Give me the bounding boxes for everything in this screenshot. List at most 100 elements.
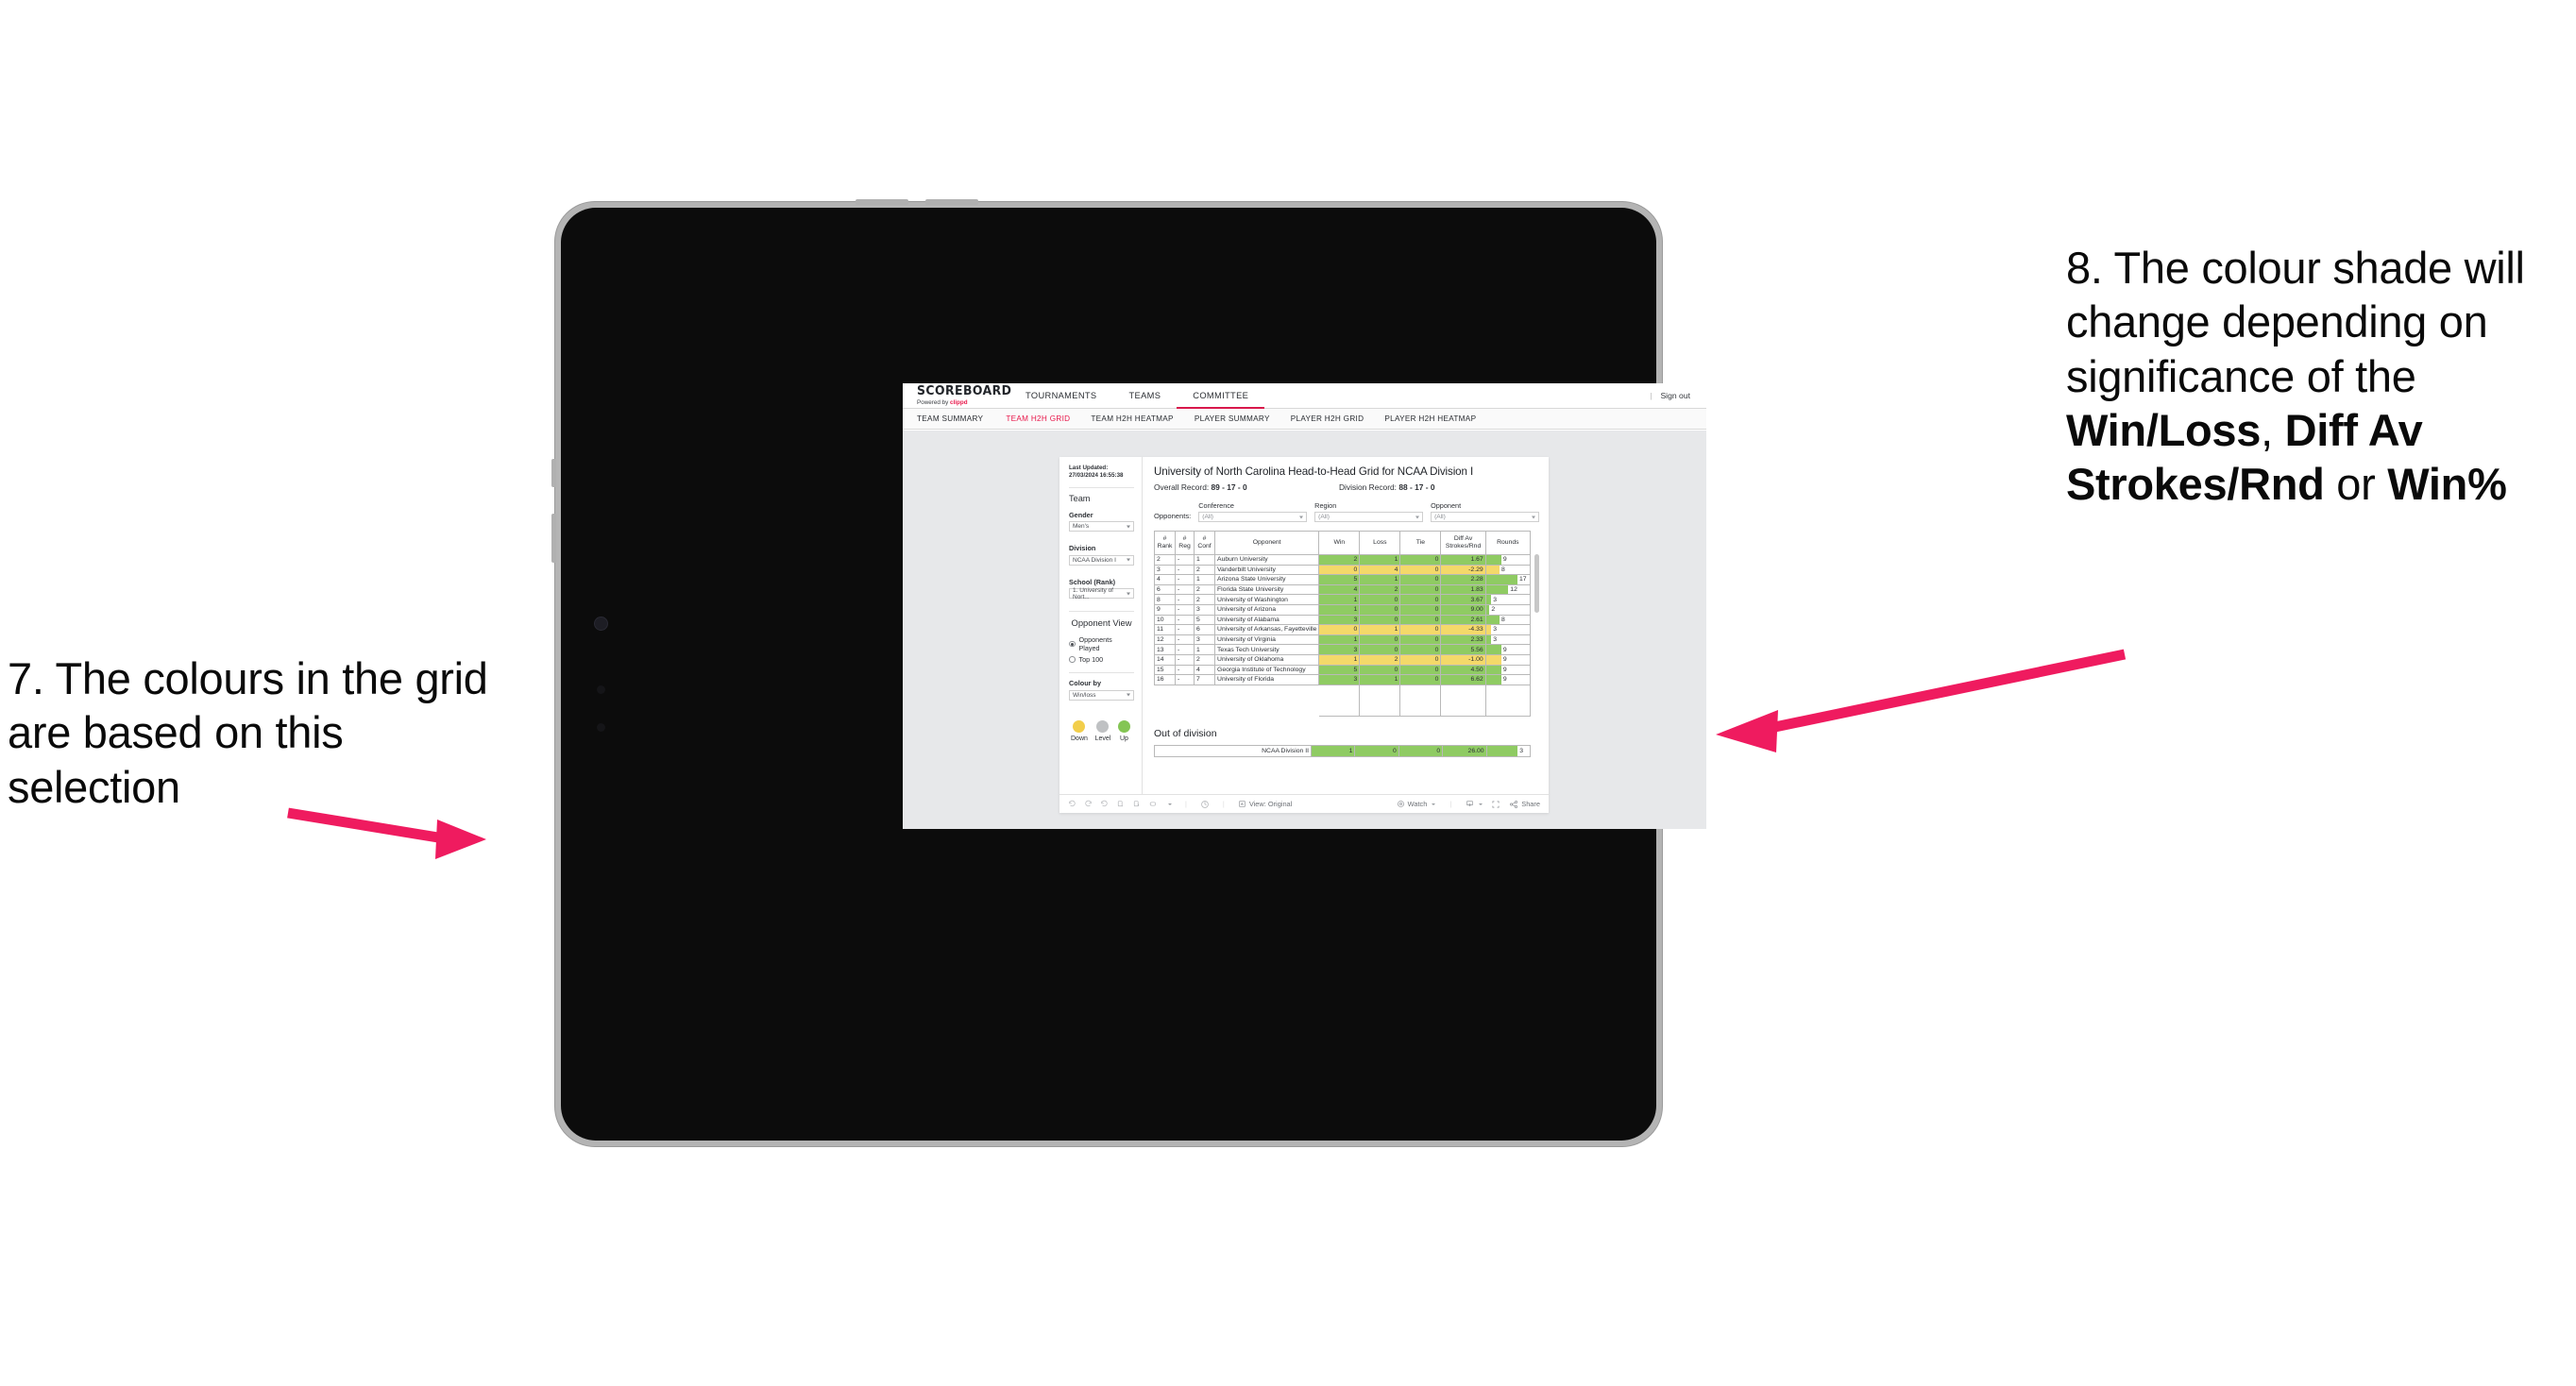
- overall-record-value: 89 - 17 - 0: [1211, 482, 1247, 492]
- logo-wordmark: SCOREBOARD: [917, 383, 1012, 399]
- h2h-grid-table: # Rank # Reg # Conf Opponent Win Loss Tie D…: [1153, 531, 1532, 717]
- share-button[interactable]: Share: [1509, 800, 1540, 809]
- nav-item-tournaments[interactable]: TOURNAMENTS: [1009, 383, 1112, 408]
- sign-out-link[interactable]: Sign out: [1660, 391, 1690, 400]
- filter-region-select[interactable]: (All): [1314, 512, 1424, 522]
- workspace-canvas: Last Updated: 27/03/2024 16:55:38 Team G…: [903, 431, 1706, 829]
- division-select[interactable]: NCAA Division I: [1069, 554, 1134, 566]
- cell-diff-av-strokes: 2.33: [1440, 634, 1486, 646]
- annotation-8-text-run: or: [2324, 459, 2388, 510]
- cell-diff-av-strokes: -2.29: [1440, 564, 1486, 576]
- table-row[interactable]: 4-1 Arizona State University 5 1 0 2.28 17: [1153, 574, 1532, 585]
- watch-button[interactable]: Watch: [1397, 800, 1436, 808]
- fullscreen-icon[interactable]: [1491, 800, 1500, 809]
- cell-reg: -: [1175, 554, 1195, 566]
- cell-diff-av-strokes: 5.56: [1440, 644, 1486, 655]
- filter-region-value: (All): [1318, 514, 1330, 520]
- cell-reg: -: [1175, 564, 1195, 576]
- table-row[interactable]: 16-7 University of Florida 3 1 0 6.62 9: [1153, 674, 1532, 685]
- colour-legend: Down Level Up: [1069, 719, 1134, 742]
- table-row[interactable]: 12-3 University of Virginia 1 0 0 2.33 3: [1153, 634, 1532, 646]
- filter-opponent: Opponent (All): [1431, 501, 1539, 522]
- table-row[interactable]: 14-2 University of Oklahoma 1 2 0 -1.00 9: [1153, 653, 1532, 666]
- scoreboard-logo[interactable]: SCOREBOARD Powered by clippd: [903, 383, 1012, 408]
- cell-diff-av-strokes: 2.61: [1440, 614, 1486, 626]
- cell-diff-av-strokes: 2.28: [1440, 574, 1486, 585]
- subnav-item-player-h2h-grid[interactable]: PLAYER H2H GRID: [1280, 414, 1375, 423]
- ood-rounds-value: 3: [1519, 747, 1524, 754]
- radio-icon-selected: [1069, 640, 1076, 648]
- gender-select[interactable]: Men's: [1069, 521, 1134, 532]
- col-header-line-1: #: [1162, 535, 1167, 543]
- table-row[interactable]: 15-4 Georgia Institute of Technology 5 0 0 4.…: [1153, 664, 1532, 676]
- opponents-label: Opponents:: [1154, 512, 1192, 520]
- undo-icon[interactable]: [1068, 800, 1076, 808]
- rounds-value: 12: [1510, 586, 1517, 594]
- side-button-large[interactable]: [551, 514, 556, 563]
- pause-icon[interactable]: [1132, 800, 1141, 808]
- cell-reg: -: [1175, 674, 1195, 685]
- download-button[interactable]: [1466, 800, 1483, 808]
- cell-loss: 0: [1359, 644, 1401, 655]
- cell-win: 0: [1318, 564, 1361, 576]
- table-row[interactable]: 8-2 University of Washington 1 0 0 3.67 3: [1153, 594, 1532, 605]
- grid-vertical-scrollbar[interactable]: [1534, 554, 1539, 613]
- highlight-icon[interactable]: [1148, 800, 1159, 808]
- col-header-line-2: Strokes/Rnd: [1445, 543, 1482, 549]
- table-row[interactable]: 10-5 University of Alabama 3 0 0 2.61 8: [1153, 614, 1532, 626]
- rounds-bar: [1486, 616, 1500, 624]
- cell-rank: 14: [1153, 653, 1177, 666]
- opponent-view-heading: Opponent View: [1071, 617, 1132, 629]
- tablet-bezel: SCOREBOARD Powered by clippd TOURNAMENTS…: [561, 208, 1706, 1141]
- out-of-division-row: NCAA Division II 1 0 0 26.00 3: [1154, 744, 1532, 757]
- cell-diff-av-strokes: 6.62: [1440, 674, 1486, 685]
- cell-opponent: University of Arkansas, Fayetteville: [1214, 624, 1320, 635]
- annotation-8-arrow: [1716, 649, 2127, 752]
- radio-opponents-played[interactable]: Opponents Played: [1069, 635, 1134, 652]
- filter-opponent-select[interactable]: (All): [1431, 512, 1539, 522]
- ood-tie: 0: [1398, 744, 1444, 757]
- cell-tie: 0: [1399, 603, 1442, 616]
- cell-conf: 2: [1193, 583, 1216, 596]
- table-row[interactable]: 9-3 University of Arizona 1 0 0 9.00 2: [1153, 603, 1532, 616]
- rounds-value: 3: [1493, 626, 1497, 634]
- chevron-down-icon[interactable]: [1168, 803, 1172, 805]
- table-row[interactable]: 6-2 Florida State University 4 2 0 1.83 12: [1153, 583, 1532, 596]
- school-select[interactable]: 1. University of Nort...: [1069, 587, 1134, 600]
- table-empty-row: [1155, 685, 1532, 717]
- help-icon[interactable]: [1200, 800, 1210, 809]
- out-of-division-title: Out of division: [1154, 727, 1217, 739]
- annotation-8-bold-term: Win%: [2387, 459, 2507, 510]
- redo-icon[interactable]: [1084, 800, 1093, 808]
- subnav-item-team-summary[interactable]: TEAM SUMMARY: [917, 414, 995, 423]
- filter-region: Region (All): [1314, 501, 1424, 522]
- radio-label-opponents-played: Opponents Played: [1078, 635, 1112, 653]
- colour-by-select[interactable]: Win/loss: [1069, 689, 1134, 701]
- view-original-label: View: Original: [1248, 800, 1293, 808]
- volume-up-button[interactable]: [856, 199, 908, 205]
- legend-label-level: Level: [1094, 735, 1111, 742]
- filter-conference-select[interactable]: (All): [1198, 512, 1308, 522]
- radio-top-100[interactable]: Top 100: [1069, 655, 1134, 664]
- table-row[interactable]: 3-2 Vanderbilt University 0 4 0 -2.29 8: [1153, 564, 1532, 576]
- tablet-device-frame: SCOREBOARD Powered by clippd TOURNAMENTS…: [551, 199, 1706, 1146]
- table-row[interactable]: 2-1 Auburn University 2 1 0 1.67 9: [1153, 554, 1532, 566]
- col-header-conf: # Conf: [1193, 531, 1216, 555]
- side-button-small[interactable]: [551, 459, 556, 487]
- revert-icon[interactable]: [1100, 800, 1109, 808]
- cell-rank: 15: [1153, 664, 1177, 676]
- volume-down-button[interactable]: [925, 199, 978, 205]
- table-row[interactable]: 11-6 University of Arkansas, Fayetteville…: [1153, 624, 1532, 635]
- nav-item-teams[interactable]: TEAMS: [1112, 383, 1177, 408]
- radio-label-top-100: Top 100: [1078, 655, 1104, 665]
- nav-item-committee[interactable]: COMMITTEE: [1177, 383, 1265, 409]
- subnav-item-team-h2h-grid[interactable]: TEAM H2H GRID: [995, 414, 1080, 423]
- view-original-button[interactable]: View: Original: [1238, 800, 1292, 808]
- subnav-item-team-h2h-heatmap[interactable]: TEAM H2H HEATMAP: [1080, 414, 1183, 423]
- radio-icon-unselected: [1069, 656, 1076, 663]
- table-row[interactable]: 13-1 Texas Tech University 3 0 0 5.56 9: [1153, 644, 1532, 655]
- refresh-icon[interactable]: [1116, 800, 1125, 808]
- subnav-item-player-summary[interactable]: PLAYER SUMMARY: [1184, 414, 1280, 423]
- subnav-item-player-h2h-heatmap[interactable]: PLAYER H2H HEATMAP: [1374, 414, 1486, 423]
- cell-rank: 3: [1153, 564, 1177, 576]
